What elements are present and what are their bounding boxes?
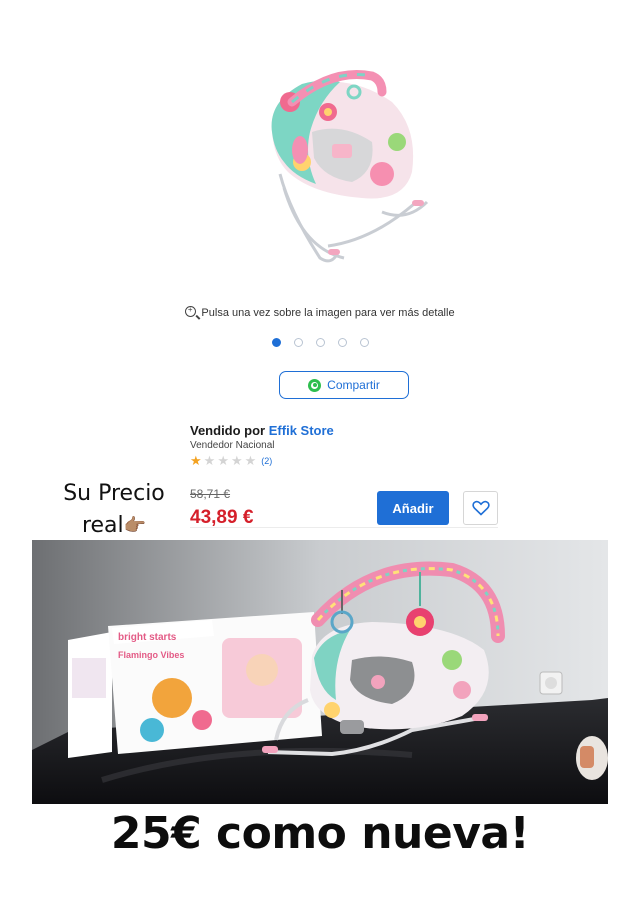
heart-icon	[471, 500, 490, 516]
carousel-dot[interactable]	[293, 338, 303, 347]
share-button[interactable]: Compartir	[279, 371, 409, 399]
box-product: Flamingo Vibes	[118, 650, 184, 660]
whatsapp-icon	[308, 378, 322, 392]
rating[interactable]: ★ ★ ★ ★ ★ (2)	[190, 454, 272, 467]
divider	[190, 527, 498, 528]
carousel-dot[interactable]	[337, 338, 347, 347]
star-icon: ★	[217, 453, 229, 468]
sale-caption: 25€ como nueva!	[110, 808, 530, 859]
seller-link[interactable]: Effik Store	[269, 423, 334, 438]
pointing-hand-icon: 👉🏽	[123, 515, 147, 536]
carousel-dot[interactable]	[315, 338, 325, 347]
zoom-hint-text: Pulsa una vez sobre la imagen para ver m…	[201, 307, 455, 319]
note-line2: real	[81, 513, 124, 538]
carousel-dot[interactable]	[271, 338, 281, 347]
zoom-icon	[185, 305, 197, 317]
note-line1: Su Precio	[63, 481, 165, 506]
star-icon: ★	[230, 453, 243, 468]
share-label: Compartir	[327, 378, 380, 392]
seller-type: Vendedor Nacional	[190, 440, 275, 451]
real-product-photo: bright starts Flamingo Vibes	[32, 540, 608, 804]
rating-count[interactable]: (2)	[261, 456, 272, 466]
box-brand: bright starts	[118, 632, 177, 643]
seller-prefix: Vendido por	[190, 423, 266, 438]
carousel-dots	[0, 338, 640, 347]
star-icon: ★	[203, 453, 216, 468]
old-price: 58,71 €	[190, 487, 231, 501]
star-icon: ★	[244, 453, 257, 468]
star-icon: ★	[190, 453, 202, 468]
handwritten-note: Su Precio real👉🏽	[58, 478, 170, 542]
product-image[interactable]	[232, 62, 462, 302]
current-price: 43,89 €	[190, 507, 254, 528]
zoom-hint: Pulsa una vez sobre la imagen para ver m…	[0, 305, 640, 319]
add-to-cart-button[interactable]: Añadir	[377, 491, 449, 525]
seller-line: Vendido por Effik Store	[190, 423, 334, 438]
carousel-dot[interactable]	[359, 338, 369, 347]
wishlist-button[interactable]	[463, 491, 498, 525]
